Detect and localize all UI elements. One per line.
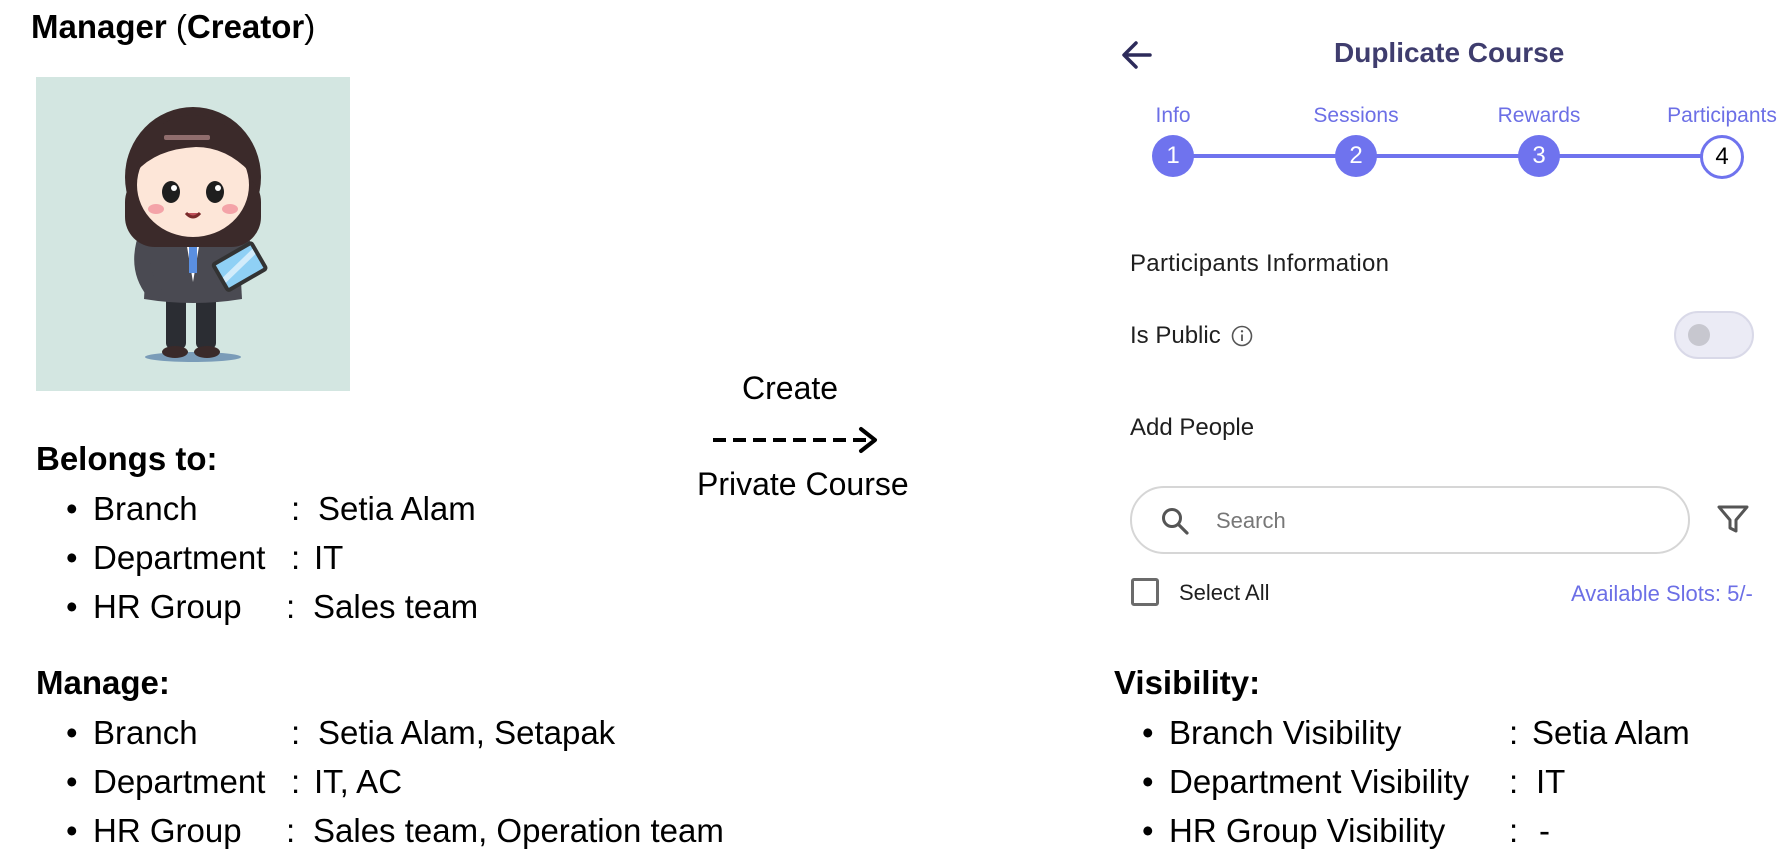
visibility-item-hr-group: • HR Group Visibility : - xyxy=(1142,806,1782,855)
department-visibility-value: IT xyxy=(1536,763,1566,800)
belongs-department-key: Department xyxy=(93,539,266,576)
colon: : xyxy=(291,539,301,576)
manage-list: • Branch : Setia Alam, Setapak • Departm… xyxy=(66,708,766,855)
manage-department-value: IT, AC xyxy=(314,763,403,800)
visibility-heading: Visibility: xyxy=(1114,664,1261,701)
colon: : xyxy=(291,763,301,800)
title-role: Creator xyxy=(186,8,305,45)
search-input[interactable] xyxy=(1214,500,1658,542)
create-label: Create xyxy=(742,370,839,406)
is-public-label: Is Public xyxy=(1130,322,1221,349)
manage-branch-key: Branch xyxy=(93,714,198,751)
dashed-arrow-icon xyxy=(713,427,877,453)
bullet: • xyxy=(66,539,78,576)
manage-item-department: • Department : IT, AC xyxy=(66,757,766,806)
colon: : xyxy=(1509,763,1519,800)
participants-information-heading: Participants Information xyxy=(1130,250,1390,277)
step-4-participants-current[interactable]: 4 xyxy=(1700,135,1744,179)
manager-avatar-image xyxy=(36,77,350,391)
select-all-checkbox[interactable] xyxy=(1131,578,1159,606)
title-paren-open: ( xyxy=(175,8,187,45)
colon: : xyxy=(291,490,301,527)
back-arrow-icon[interactable] xyxy=(1120,38,1154,72)
colon: : xyxy=(286,588,296,625)
available-slots-text: Available Slots: 5/- xyxy=(1571,581,1753,606)
step-2-sessions[interactable]: 2 xyxy=(1335,135,1377,177)
search-field xyxy=(1130,486,1690,554)
manage-department-key: Department xyxy=(93,763,266,800)
select-all-label: Select All xyxy=(1179,580,1270,605)
step-progress: Info Sessions Rewards Participants 1 2 3… xyxy=(1130,104,1785,179)
manage-hr-group-value: Sales team, Operation team xyxy=(313,812,724,849)
bullet: • xyxy=(1142,714,1154,751)
bullet: • xyxy=(1142,812,1154,849)
branch-visibility-value: Setia Alam xyxy=(1532,714,1690,751)
page-title: Duplicate Course xyxy=(1334,37,1565,68)
manager-title: Manager (Creator) xyxy=(31,8,315,46)
belongs-branch-value: Setia Alam xyxy=(318,490,476,527)
belongs-heading: Belongs to: xyxy=(36,440,218,477)
title-paren-close: ) xyxy=(304,8,316,45)
bullet: • xyxy=(1142,763,1154,800)
belongs-list: • Branch : Setia Alam • Department : IT … xyxy=(66,484,666,631)
colon: : xyxy=(1509,812,1519,849)
belongs-hr-group-value: Sales team xyxy=(313,588,479,625)
step-1-info[interactable]: 1 xyxy=(1152,135,1194,177)
title-main: Manager xyxy=(31,8,167,45)
belongs-hr-group-key: HR Group xyxy=(93,588,242,625)
belongs-department-value: IT xyxy=(314,539,344,576)
filter-icon[interactable] xyxy=(1716,502,1750,536)
manage-heading: Manage: xyxy=(36,664,170,701)
manage-item-branch: • Branch : Setia Alam, Setapak xyxy=(66,708,766,757)
belongs-item-department: • Department : IT xyxy=(66,533,666,582)
step-label-rewards: Rewards xyxy=(1497,104,1581,127)
colon: : xyxy=(286,812,296,849)
step-label-sessions: Sessions xyxy=(1313,104,1399,127)
branch-visibility-key: Branch Visibility xyxy=(1169,714,1402,751)
hr-group-visibility-key: HR Group Visibility xyxy=(1169,812,1446,849)
visibility-item-department: • Department Visibility : IT xyxy=(1142,757,1782,806)
step-label-participants: Participants xyxy=(1667,104,1777,127)
is-public-row: Is Public xyxy=(1130,322,1253,350)
bullet: • xyxy=(66,812,78,849)
info-icon[interactable] xyxy=(1231,325,1253,347)
step-connector-line xyxy=(1173,154,1711,158)
manage-hr-group-key: HR Group xyxy=(93,812,242,849)
is-public-toggle[interactable] xyxy=(1674,311,1754,359)
cartoon-manager-illustration xyxy=(125,107,268,362)
private-course-label: Private Course xyxy=(697,466,909,502)
colon: : xyxy=(291,714,301,751)
bullet: • xyxy=(66,588,78,625)
toggle-knob xyxy=(1688,324,1710,346)
add-people-heading: Add People xyxy=(1130,414,1255,441)
department-visibility-key: Department Visibility xyxy=(1169,763,1470,800)
manage-branch-value: Setia Alam, Setapak xyxy=(318,714,616,751)
visibility-item-branch: • Branch Visibility : Setia Alam xyxy=(1142,708,1782,757)
colon: : xyxy=(1509,714,1519,751)
belongs-item-branch: • Branch : Setia Alam xyxy=(66,484,666,533)
step-label-info: Info xyxy=(1155,104,1191,127)
search-icon xyxy=(1162,508,1189,535)
bullet: • xyxy=(66,714,78,751)
step-3-rewards[interactable]: 3 xyxy=(1518,135,1560,177)
hr-group-visibility-value: - xyxy=(1539,812,1550,849)
manage-item-hr-group: • HR Group : Sales team, Operation team xyxy=(66,806,766,855)
bullet: • xyxy=(66,763,78,800)
bullet: • xyxy=(66,490,78,527)
belongs-branch-key: Branch xyxy=(93,490,198,527)
belongs-item-hr-group: • HR Group : Sales team xyxy=(66,582,666,631)
visibility-list: • Branch Visibility : Setia Alam • Depar… xyxy=(1142,708,1782,855)
